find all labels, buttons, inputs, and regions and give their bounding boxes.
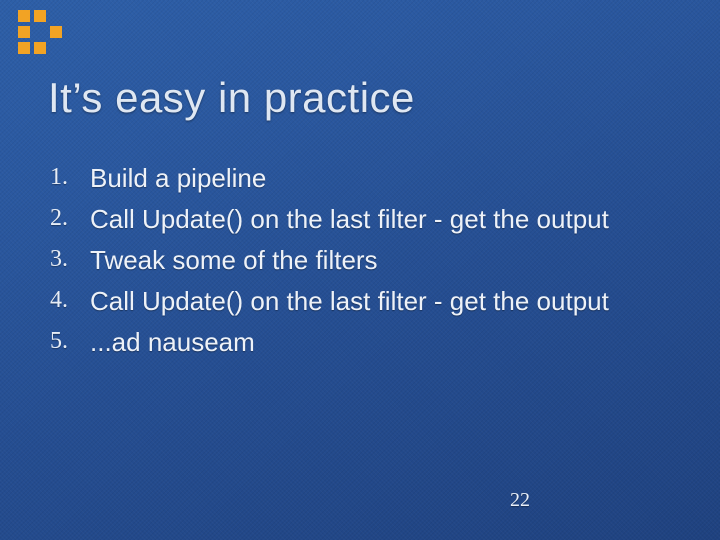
logo-cell [18,10,30,22]
logo-cell [34,42,46,54]
list-item: ...ad nauseam [44,324,660,361]
slide-title: It’s easy in practice [48,74,415,122]
list-item: Call Update() on the last filter - get t… [44,283,660,320]
slide: It’s easy in practice Build a pipeline C… [0,0,720,540]
list-item: Build a pipeline [44,160,660,197]
logo-cell [18,26,30,38]
logo-cell [34,10,46,22]
logo-cell [50,26,62,38]
list-item: Call Update() on the last filter - get t… [44,201,660,238]
logo-cell [34,26,46,38]
logo-cell [50,10,62,22]
logo-cell [18,42,30,54]
list-item: Tweak some of the filters [44,242,660,279]
logo-icon [18,10,62,54]
page-number: 22 [510,489,530,512]
logo-cell [50,42,62,54]
ordered-list: Build a pipeline Call Update() on the la… [44,160,660,365]
